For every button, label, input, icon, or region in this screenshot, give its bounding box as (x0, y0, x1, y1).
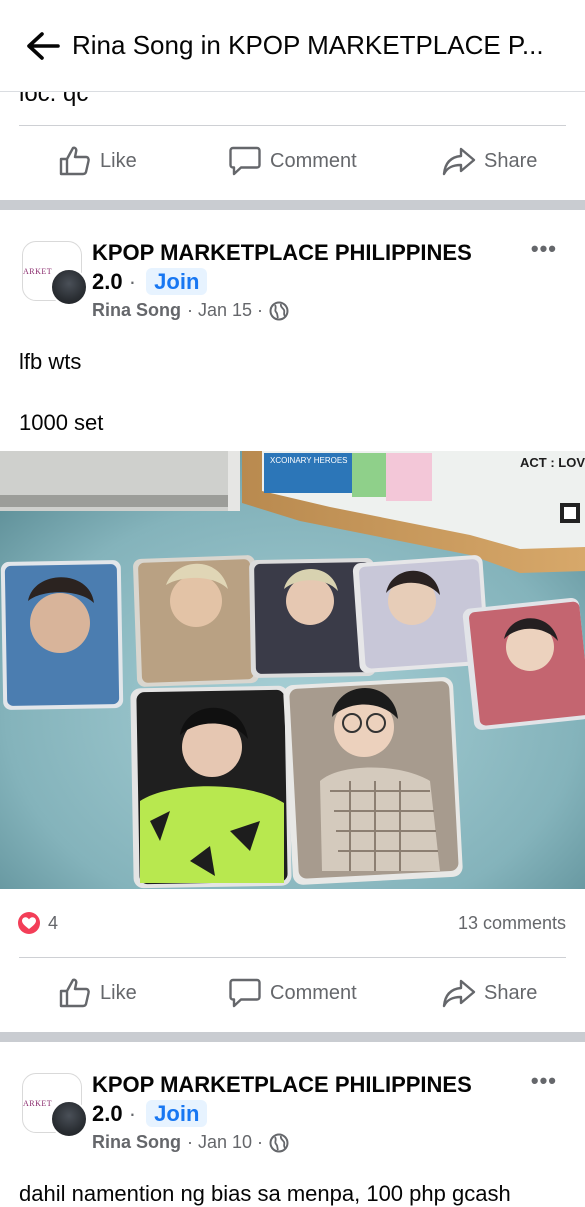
previous-post-actions: Like Comment Share (0, 126, 585, 196)
globe-icon (269, 301, 289, 320)
group-avatar-mini-text: ARKET (23, 267, 53, 276)
share-icon (442, 979, 476, 1008)
globe-icon (269, 1133, 289, 1152)
group-name-line2: 2.0 (92, 1101, 123, 1126)
author-name[interactable]: Rina Song (92, 300, 181, 321)
group-avatar-mini-text: ARKET (23, 1099, 53, 1108)
group-name-line1: KPOP MARKETPLACE PHILIPPINES (92, 1072, 472, 1097)
group-name[interactable]: KPOP MARKETPLACE PHILIPPINES 2.0 · Join (92, 1070, 472, 1128)
post-meta: Rina Song · Jan 10 · (92, 1132, 289, 1153)
page-title: Rina Song in KPOP MARKETPLACE P... (72, 30, 544, 60)
post-text-line: 1000 set (19, 410, 104, 435)
comments-count[interactable]: 13 comments (458, 913, 566, 934)
join-button[interactable]: Join (146, 268, 208, 295)
share-icon (442, 147, 476, 176)
comment-label: Comment (270, 981, 357, 1004)
reaction-count: 4 (48, 912, 59, 933)
share-label: Share (484, 981, 538, 1004)
back-arrow-icon[interactable] (24, 27, 62, 65)
more-options-icon[interactable]: ••• (531, 236, 557, 262)
post-text-line: lfb wts (19, 349, 82, 374)
like-label: Like (100, 149, 137, 172)
share-button[interactable]: Share (442, 145, 537, 177)
like-icon (59, 978, 90, 1008)
group-name-line2: 2.0 (92, 269, 123, 294)
photo-sign-text: XCOINARY HEROES (270, 456, 348, 465)
post-separator (0, 1032, 585, 1042)
post-text-line: dahil namention ng bias sa menpa, 100 ph… (19, 1181, 511, 1206)
share-label: Share (484, 149, 538, 172)
group-name[interactable]: KPOP MARKETPLACE PHILIPPINES 2.0 · Join (92, 238, 472, 296)
author-name[interactable]: Rina Song (92, 1132, 181, 1153)
like-button[interactable]: Like (58, 977, 137, 1009)
comment-icon (229, 146, 261, 176)
heart-reaction-icon (18, 912, 40, 934)
join-button[interactable]: Join (146, 1100, 208, 1127)
user-avatar[interactable] (50, 1100, 88, 1138)
post-actions: Like Comment Share (0, 958, 585, 1028)
post-meta: Rina Song · Jan 15 · (92, 300, 289, 321)
post-header: ARKET KPOP MARKETPLACE PHILIPPINES 2.0 ·… (0, 1064, 585, 1154)
dot-separator: · (128, 269, 137, 294)
post-date[interactable]: · Jan 10 · (187, 1132, 263, 1153)
like-button[interactable]: Like (58, 145, 137, 177)
post-date[interactable]: · Jan 15 · (187, 300, 263, 321)
post-header: ARKET KPOP MARKETPLACE PHILIPPINES 2.0 ·… (0, 232, 585, 322)
more-options-icon[interactable]: ••• (531, 1068, 557, 1094)
like-label: Like (100, 981, 137, 1004)
user-avatar[interactable] (50, 268, 88, 306)
share-button[interactable]: Share (442, 977, 537, 1009)
reactions-summary[interactable]: 4 (18, 912, 58, 934)
comment-button[interactable]: Comment (228, 145, 357, 177)
like-icon (59, 146, 90, 176)
comment-button[interactable]: Comment (228, 977, 357, 1009)
comment-label: Comment (270, 149, 357, 172)
group-name-line1: KPOP MARKETPLACE PHILIPPINES (92, 240, 472, 265)
comment-icon (229, 978, 261, 1008)
dot-separator: · (128, 1101, 137, 1126)
top-bar: Rina Song in KPOP MARKETPLACE P... (0, 0, 585, 92)
post-photo[interactable]: XCOINARY HEROES ACT : LOVESIC (0, 451, 585, 889)
post-separator (0, 200, 585, 210)
photo-ticket-text: ACT : LOVESIC (520, 455, 585, 470)
